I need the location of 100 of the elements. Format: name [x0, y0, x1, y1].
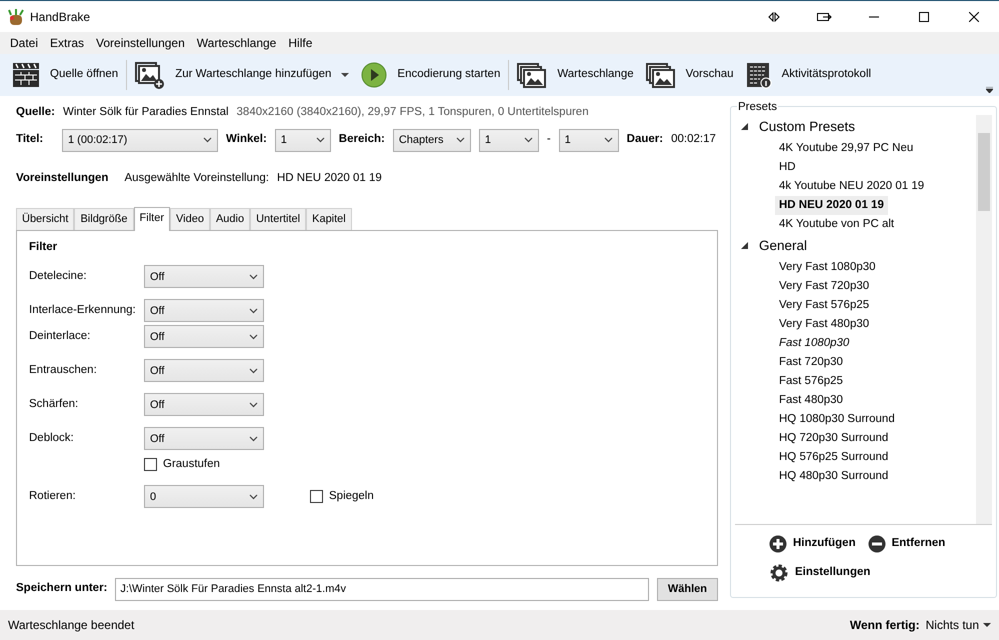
- angle-dropdown[interactable]: 1: [274, 128, 331, 152]
- caret-icon: [249, 402, 258, 408]
- filter-dropdown[interactable]: 0: [144, 485, 264, 508]
- caret-icon: [604, 137, 613, 143]
- preset-item[interactable]: HQ 480p30 Surround: [775, 466, 892, 486]
- range-end-dropdown[interactable]: 1: [558, 128, 619, 152]
- caret-icon: [983, 623, 991, 627]
- checkbox-label: Spiegeln: [329, 489, 374, 504]
- maximize-icon[interactable]: [919, 12, 929, 22]
- field-label: Speichern unter:: [16, 581, 108, 596]
- preset-button[interactable]: Einstellungen: [765, 561, 992, 585]
- menu-item[interactable]: Warteschlange: [190, 34, 282, 52]
- toolbar-button[interactable]: Quelle öffnen: [6, 56, 124, 94]
- range-type-dropdown[interactable]: Chapters: [392, 128, 471, 152]
- tab[interactable]: Untertitel: [250, 208, 306, 230]
- tab[interactable]: Audio: [210, 208, 250, 230]
- toolbar-button[interactable]: Warteschlange: [511, 56, 640, 94]
- caret-icon: [249, 274, 258, 280]
- caret-icon: [249, 308, 258, 314]
- toolbar-button[interactable]: Encodierung starten: [355, 56, 506, 94]
- preset-item[interactable]: Fast 720p30: [775, 352, 847, 372]
- tab[interactable]: Bildgröße: [74, 208, 134, 230]
- tree-group[interactable]: Custom Presets: [759, 116, 856, 138]
- tree-group[interactable]: General: [759, 236, 808, 256]
- preset-item[interactable]: Very Fast 576p25: [775, 296, 874, 316]
- field-label: Bereich:: [338, 132, 385, 148]
- range-start-dropdown[interactable]: 1: [478, 128, 539, 152]
- tab[interactable]: Übersicht: [16, 208, 74, 230]
- menu-item[interactable]: Hilfe: [282, 34, 318, 52]
- image-stack-icon: [517, 62, 548, 88]
- preset-item[interactable]: HD NEU 2020 01 19: [775, 196, 888, 216]
- field-label: Wenn fertig:: [850, 617, 920, 634]
- filter-dropdown[interactable]: Off: [144, 299, 264, 322]
- filter-dropdown[interactable]: Off: [144, 325, 264, 348]
- caret-icon: [249, 494, 258, 500]
- preset-button[interactable]: Hinzufügen: [765, 533, 860, 555]
- when-done-dropdown[interactable]: Nichts tun: [926, 616, 991, 634]
- expander-icon[interactable]: [741, 242, 749, 250]
- caret-icon: [203, 137, 212, 143]
- preset-item[interactable]: Fast 1080p30: [775, 334, 854, 354]
- preset-item[interactable]: Very Fast 480p30: [775, 314, 874, 334]
- file-path-field[interactable]: J:\Winter Sölk Für Paradies Ennsta alt2-1.m4v: [115, 578, 649, 600]
- checkbox-label: Graustufen: [163, 457, 220, 472]
- preset-item[interactable]: Very Fast 1080p30: [775, 258, 880, 278]
- status-text: Warteschlange beendet: [8, 617, 134, 634]
- menu-item[interactable]: Voreinstellungen: [90, 34, 191, 52]
- duration-value: 00:02:17: [671, 132, 716, 148]
- document-info-icon: [746, 62, 772, 88]
- preset-item[interactable]: 4K Youtube 29,97 PC Neu: [775, 138, 918, 158]
- preset-item[interactable]: 4K Youtube von PC alt: [775, 214, 898, 234]
- title-dropdown[interactable]: 1 (00:02:17): [62, 128, 218, 152]
- field-label: Quelle:: [16, 105, 55, 120]
- preset-item[interactable]: 4k Youtube NEU 2020 01 19: [775, 176, 928, 196]
- preset-item[interactable]: Very Fast 720p30: [775, 276, 874, 296]
- menu-item[interactable]: Extras: [44, 34, 90, 52]
- field-label: Deblock:: [29, 431, 75, 446]
- preset-item[interactable]: HQ 576p25 Surround: [775, 448, 892, 468]
- plus-icon: [769, 535, 787, 553]
- app-logo-icon: [8, 8, 24, 24]
- window-title: HandBrake: [30, 8, 90, 26]
- range-separator: -: [546, 132, 551, 148]
- filter-dropdown[interactable]: Off: [144, 359, 264, 382]
- close-icon[interactable]: [969, 12, 979, 22]
- menu-item[interactable]: Datei: [4, 34, 44, 52]
- source-name: Winter Sölk für Paradies Ennstal: [62, 105, 229, 120]
- preset-item[interactable]: Fast 576p25: [775, 372, 847, 392]
- panel-heading: Filter: [29, 240, 58, 254]
- toolbar-button[interactable]: Vorschau: [640, 56, 740, 94]
- tab[interactable]: Kapitel: [306, 208, 352, 230]
- browse-button[interactable]: Wählen: [656, 578, 718, 600]
- expander-icon[interactable]: [741, 123, 749, 131]
- vertical-scrollbar[interactable]: [976, 115, 992, 524]
- caret-icon: [316, 137, 325, 143]
- toolbar-button[interactable]: Aktivitätsprotokoll: [740, 56, 878, 94]
- image-add-icon: [135, 60, 166, 90]
- preset-name: HD NEU 2020 01 19: [276, 171, 382, 186]
- field-label: Detelecine:: [29, 269, 88, 284]
- filter-dropdown[interactable]: Off: [144, 393, 264, 416]
- checkbox[interactable]: [144, 458, 157, 472]
- preset-item[interactable]: HQ 720p30 Surround: [775, 428, 892, 448]
- window-dock-icon[interactable]: [816, 12, 832, 22]
- overflow-caret-icon: [986, 87, 993, 93]
- field-label: Winkel:: [226, 132, 267, 148]
- preset-item[interactable]: Fast 480p30: [775, 390, 847, 410]
- preset-item[interactable]: HQ 1080p30 Surround: [775, 410, 899, 430]
- tab[interactable]: Video: [170, 208, 210, 230]
- preset-caption: Ausgewählte Voreinstellung:: [124, 171, 269, 186]
- clapperboard-icon: [12, 61, 40, 89]
- preset-item[interactable]: HD: [775, 158, 800, 178]
- filter-dropdown[interactable]: Off: [144, 265, 264, 288]
- settings-icon: [769, 563, 789, 583]
- minus-icon: [868, 535, 886, 553]
- preset-button[interactable]: Entfernen: [864, 533, 950, 555]
- field-label: Dauer:: [626, 132, 664, 148]
- filter-dropdown[interactable]: Off: [144, 427, 264, 450]
- checkbox[interactable]: [310, 490, 323, 504]
- image-stack-icon: [646, 62, 676, 88]
- tab[interactable]: Filter: [134, 207, 170, 230]
- toolbar-button[interactable]: Zur Warteschlange hinzufügen: [129, 56, 356, 94]
- compact-view-icon[interactable]: [768, 12, 780, 22]
